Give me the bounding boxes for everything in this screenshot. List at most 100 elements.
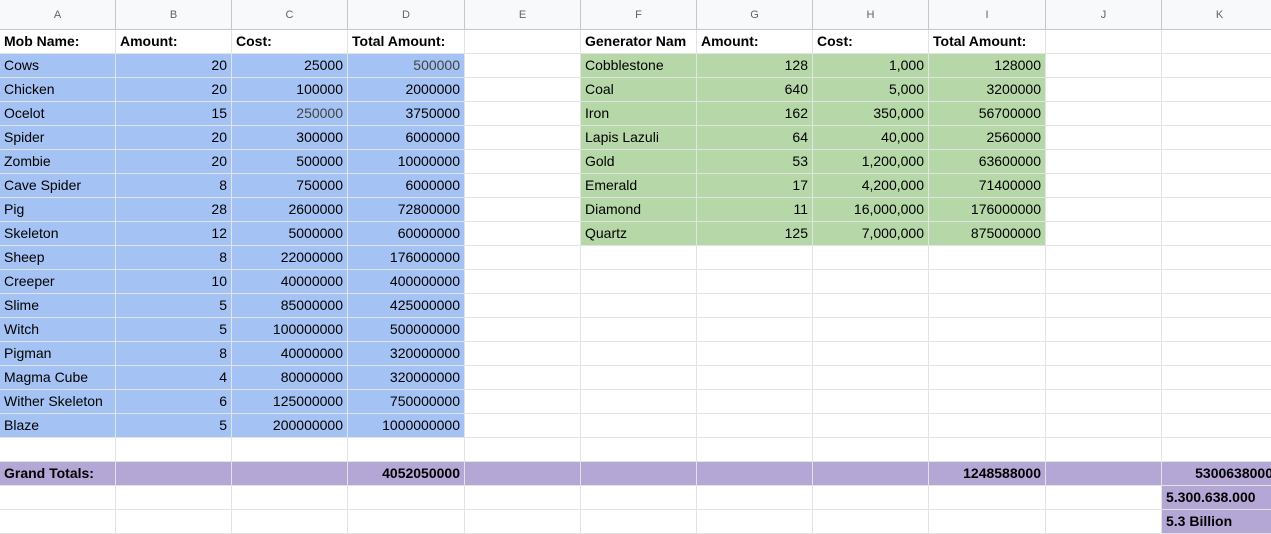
empty-cell[interactable] xyxy=(465,198,581,222)
generator-amount-cell[interactable]: 11 xyxy=(697,198,813,222)
mob-total-cell[interactable]: 320000000 xyxy=(348,366,465,390)
empty-cell[interactable] xyxy=(813,342,929,366)
empty-cell[interactable] xyxy=(1046,222,1162,246)
generator-grand-total[interactable]: 1248588000 xyxy=(929,462,1046,486)
generator-name-cell[interactable]: Emerald xyxy=(581,174,697,198)
generator-total-cell[interactable]: 128000 xyxy=(929,54,1046,78)
empty-cell[interactable] xyxy=(813,366,929,390)
empty-cell[interactable] xyxy=(813,486,929,510)
generator-amount-cell[interactable]: 128 xyxy=(697,54,813,78)
empty-cell[interactable] xyxy=(465,78,581,102)
empty-cell[interactable] xyxy=(1162,342,1271,366)
mob-total-cell[interactable]: 6000000 xyxy=(348,126,465,150)
mob-cost-cell[interactable]: 85000000 xyxy=(232,294,348,318)
mob-cost-cell[interactable]: 40000000 xyxy=(232,270,348,294)
empty-cell[interactable] xyxy=(1046,54,1162,78)
empty-cell[interactable] xyxy=(465,126,581,150)
mob-name-cell[interactable]: Slime xyxy=(0,294,116,318)
generator-cost-cell[interactable]: 1,200,000 xyxy=(813,150,929,174)
empty-cell[interactable] xyxy=(813,318,929,342)
mob-total-cell[interactable]: 500000 xyxy=(348,54,465,78)
mob-cost-cell[interactable]: 40000000 xyxy=(232,342,348,366)
mob-cost-cell[interactable]: 750000 xyxy=(232,174,348,198)
empty-cell[interactable] xyxy=(697,438,813,462)
column-header-k[interactable]: K xyxy=(1162,0,1271,30)
empty-cell[interactable] xyxy=(465,438,581,462)
column-header-d[interactable]: D xyxy=(348,0,465,30)
empty-cell[interactable] xyxy=(116,438,232,462)
mob-name-cell[interactable]: Chicken xyxy=(0,78,116,102)
mob-amount-cell[interactable]: 8 xyxy=(116,246,232,270)
combined-grand-total[interactable]: 5300638000 xyxy=(1162,462,1271,486)
empty-cell[interactable] xyxy=(1162,126,1271,150)
empty-cell[interactable] xyxy=(1162,174,1271,198)
empty-cell[interactable] xyxy=(0,510,116,534)
empty-cell[interactable] xyxy=(581,294,697,318)
empty-cell[interactable] xyxy=(1046,390,1162,414)
generator-cost-cell[interactable]: 16,000,000 xyxy=(813,198,929,222)
generator-cost-cell[interactable]: 4,200,000 xyxy=(813,174,929,198)
column-header-a[interactable]: A xyxy=(0,0,116,30)
empty-cell[interactable] xyxy=(465,462,581,486)
mob-amount-cell[interactable]: 20 xyxy=(116,54,232,78)
empty-cell[interactable] xyxy=(465,246,581,270)
column-header-i[interactable]: I xyxy=(929,0,1046,30)
mob-name-cell[interactable]: Wither Skeleton xyxy=(0,390,116,414)
empty-cell[interactable] xyxy=(1162,438,1271,462)
mob-total-cell[interactable]: 500000000 xyxy=(348,318,465,342)
empty-cell[interactable] xyxy=(813,246,929,270)
empty-cell[interactable] xyxy=(232,486,348,510)
empty-cell[interactable] xyxy=(1046,30,1162,54)
empty-cell[interactable] xyxy=(0,486,116,510)
empty-cell[interactable] xyxy=(697,414,813,438)
empty-cell[interactable] xyxy=(465,294,581,318)
mob-total-cell[interactable]: 6000000 xyxy=(348,174,465,198)
empty-cell[interactable] xyxy=(465,390,581,414)
empty-cell[interactable] xyxy=(581,342,697,366)
empty-cell[interactable] xyxy=(465,30,581,54)
empty-cell[interactable] xyxy=(581,318,697,342)
empty-cell[interactable] xyxy=(697,510,813,534)
mob-name-cell[interactable]: Spider xyxy=(0,126,116,150)
empty-cell[interactable] xyxy=(348,438,465,462)
mob-name-cell[interactable]: Zombie xyxy=(0,150,116,174)
empty-cell[interactable] xyxy=(465,174,581,198)
generator-name-cell[interactable]: Iron xyxy=(581,102,697,126)
empty-cell[interactable] xyxy=(813,462,929,486)
empty-cell[interactable] xyxy=(1162,54,1271,78)
empty-cell[interactable] xyxy=(1162,30,1271,54)
empty-cell[interactable] xyxy=(0,438,116,462)
empty-cell[interactable] xyxy=(116,510,232,534)
mob-name-cell[interactable]: Blaze xyxy=(0,414,116,438)
empty-cell[interactable] xyxy=(465,150,581,174)
mob-cost-cell[interactable]: 22000000 xyxy=(232,246,348,270)
mob-total-cell[interactable]: 2000000 xyxy=(348,78,465,102)
generator-amount-cell[interactable]: 640 xyxy=(697,78,813,102)
empty-cell[interactable] xyxy=(1046,150,1162,174)
empty-cell[interactable] xyxy=(581,510,697,534)
empty-cell[interactable] xyxy=(116,462,232,486)
mob-cost-cell[interactable]: 25000 xyxy=(232,54,348,78)
column-header-b[interactable]: B xyxy=(116,0,232,30)
empty-cell[interactable] xyxy=(1046,102,1162,126)
mob-total-cell[interactable]: 425000000 xyxy=(348,294,465,318)
empty-cell[interactable] xyxy=(929,246,1046,270)
empty-cell[interactable] xyxy=(348,486,465,510)
generator-total-cell[interactable]: 176000000 xyxy=(929,198,1046,222)
mob-amount-cell[interactable]: 8 xyxy=(116,174,232,198)
generator-total-cell[interactable]: 875000000 xyxy=(929,222,1046,246)
mob-cost-cell[interactable]: 500000 xyxy=(232,150,348,174)
mob-amount-cell[interactable]: 12 xyxy=(116,222,232,246)
empty-cell[interactable] xyxy=(1046,318,1162,342)
generator-name-cell[interactable]: Lapis Lazuli xyxy=(581,126,697,150)
empty-cell[interactable] xyxy=(232,462,348,486)
empty-cell[interactable] xyxy=(465,102,581,126)
mob-cost-cell[interactable]: 125000000 xyxy=(232,390,348,414)
empty-cell[interactable] xyxy=(1162,414,1271,438)
column-header-f[interactable]: F xyxy=(581,0,697,30)
mob-cost-cell[interactable]: 200000000 xyxy=(232,414,348,438)
mob-name-cell[interactable]: Ocelot xyxy=(0,102,116,126)
combined-total-words[interactable]: 5.3 Billion xyxy=(1162,510,1271,534)
empty-cell[interactable] xyxy=(465,270,581,294)
empty-cell[interactable] xyxy=(1162,78,1271,102)
